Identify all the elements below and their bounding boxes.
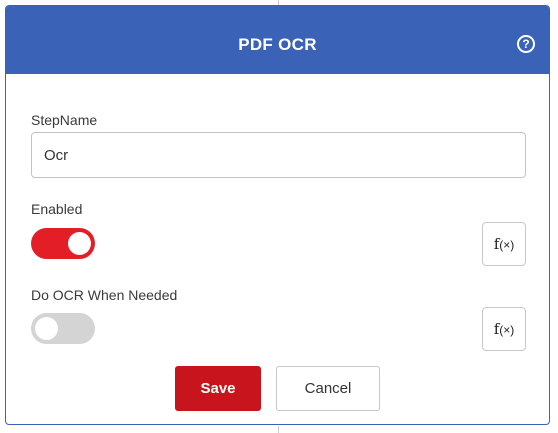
toggle-knob (35, 317, 58, 340)
enabled-toggle[interactable] (31, 228, 95, 259)
do-ocr-when-needed-toggle[interactable] (31, 313, 95, 344)
step-name-label: StepName (31, 112, 98, 128)
enabled-fx-button[interactable]: f(×) (482, 222, 526, 266)
step-name-input[interactable] (31, 132, 526, 178)
question-circle-icon[interactable]: ? (517, 35, 535, 53)
toggle-knob (68, 232, 91, 255)
do-ocr-when-needed-label: Do OCR When Needed (31, 287, 178, 303)
function-icon-suffix: (×) (499, 323, 515, 337)
connector-line-bottom (278, 426, 279, 433)
function-icon-suffix: (×) (499, 238, 515, 252)
enabled-label: Enabled (31, 201, 83, 217)
pdf-ocr-dialog: PDF OCR ? StepName Enabled f(×) Do OCR W… (5, 5, 550, 425)
do-ocr-fx-button[interactable]: f(×) (482, 307, 526, 351)
save-button[interactable]: Save (175, 366, 261, 411)
dialog-header: PDF OCR ? (6, 6, 549, 74)
dialog-title: PDF OCR (238, 35, 317, 54)
cancel-button[interactable]: Cancel (276, 366, 380, 411)
